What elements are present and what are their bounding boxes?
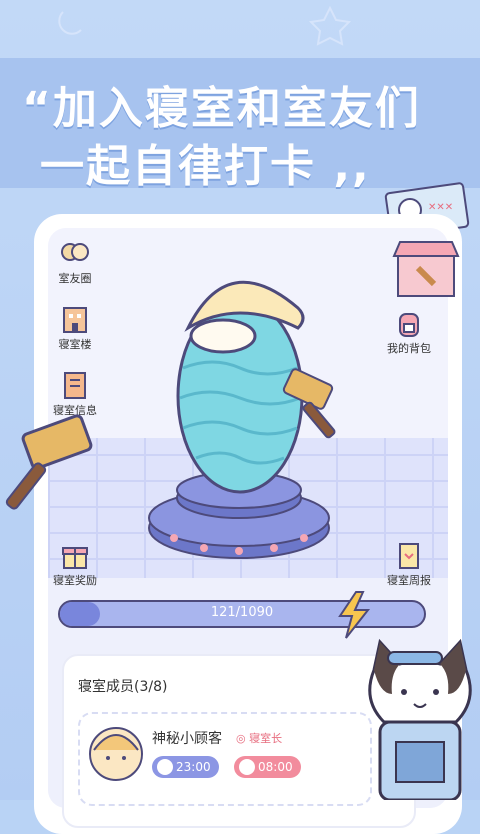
dorm-building-button[interactable]: 寝室楼	[48, 304, 110, 352]
background-decoration	[58, 5, 352, 46]
golden-hammer-icon	[5, 414, 93, 510]
wake-time: 08:00	[258, 760, 293, 774]
dorm-building-label: 寝室楼	[58, 338, 92, 351]
dorm-weekly-report-label: 寝室周报	[387, 574, 431, 587]
hammer-icon	[282, 368, 336, 439]
headline-line-1: “加入寝室和室友们	[22, 83, 421, 134]
building-icon	[63, 307, 87, 333]
dorm-weekly-report-button[interactable]: 寝室周报	[374, 540, 444, 588]
avatar	[89, 727, 143, 781]
role-label: 寝室长	[249, 732, 283, 745]
dorm-reward-button[interactable]: 寝室奖励	[48, 540, 110, 588]
book-icon	[64, 372, 86, 399]
svg-text:✕✕✕: ✕✕✕	[428, 202, 453, 213]
dorm-reward-label: 寝室奖励	[53, 574, 97, 587]
members-title: 寝室成员(3/8)	[78, 679, 168, 695]
star-icon	[308, 5, 352, 46]
sun-icon	[239, 759, 255, 775]
headline-line-2: 一起自律打卡 ,,	[40, 141, 371, 192]
moon-icon	[157, 759, 173, 775]
wake-time-pill: 08:00	[234, 756, 301, 778]
sleep-time: 23:00	[176, 760, 211, 774]
roommates-icon	[61, 243, 89, 261]
cat-mascot	[368, 638, 472, 800]
my-backpack-label: 我的背包	[387, 342, 431, 355]
report-icon	[399, 543, 419, 569]
member-name: 神秘小顾客	[152, 731, 222, 747]
roommates-circle-label: 室友圈	[58, 272, 92, 285]
my-backpack-button[interactable]: 我的背包	[374, 308, 444, 356]
roommates-circle-button[interactable]: 室友圈	[48, 238, 110, 286]
shop-icon	[392, 241, 460, 297]
gift-icon	[62, 547, 88, 569]
role-badge: ◎ 寝室长	[236, 732, 283, 745]
backpack-icon	[399, 313, 419, 337]
sleep-time-pill: 23:00	[152, 756, 219, 778]
moon-icon	[58, 11, 82, 35]
member-card[interactable]: 神秘小顾客 ◎ 寝室长 23:00 08:00	[78, 712, 372, 806]
